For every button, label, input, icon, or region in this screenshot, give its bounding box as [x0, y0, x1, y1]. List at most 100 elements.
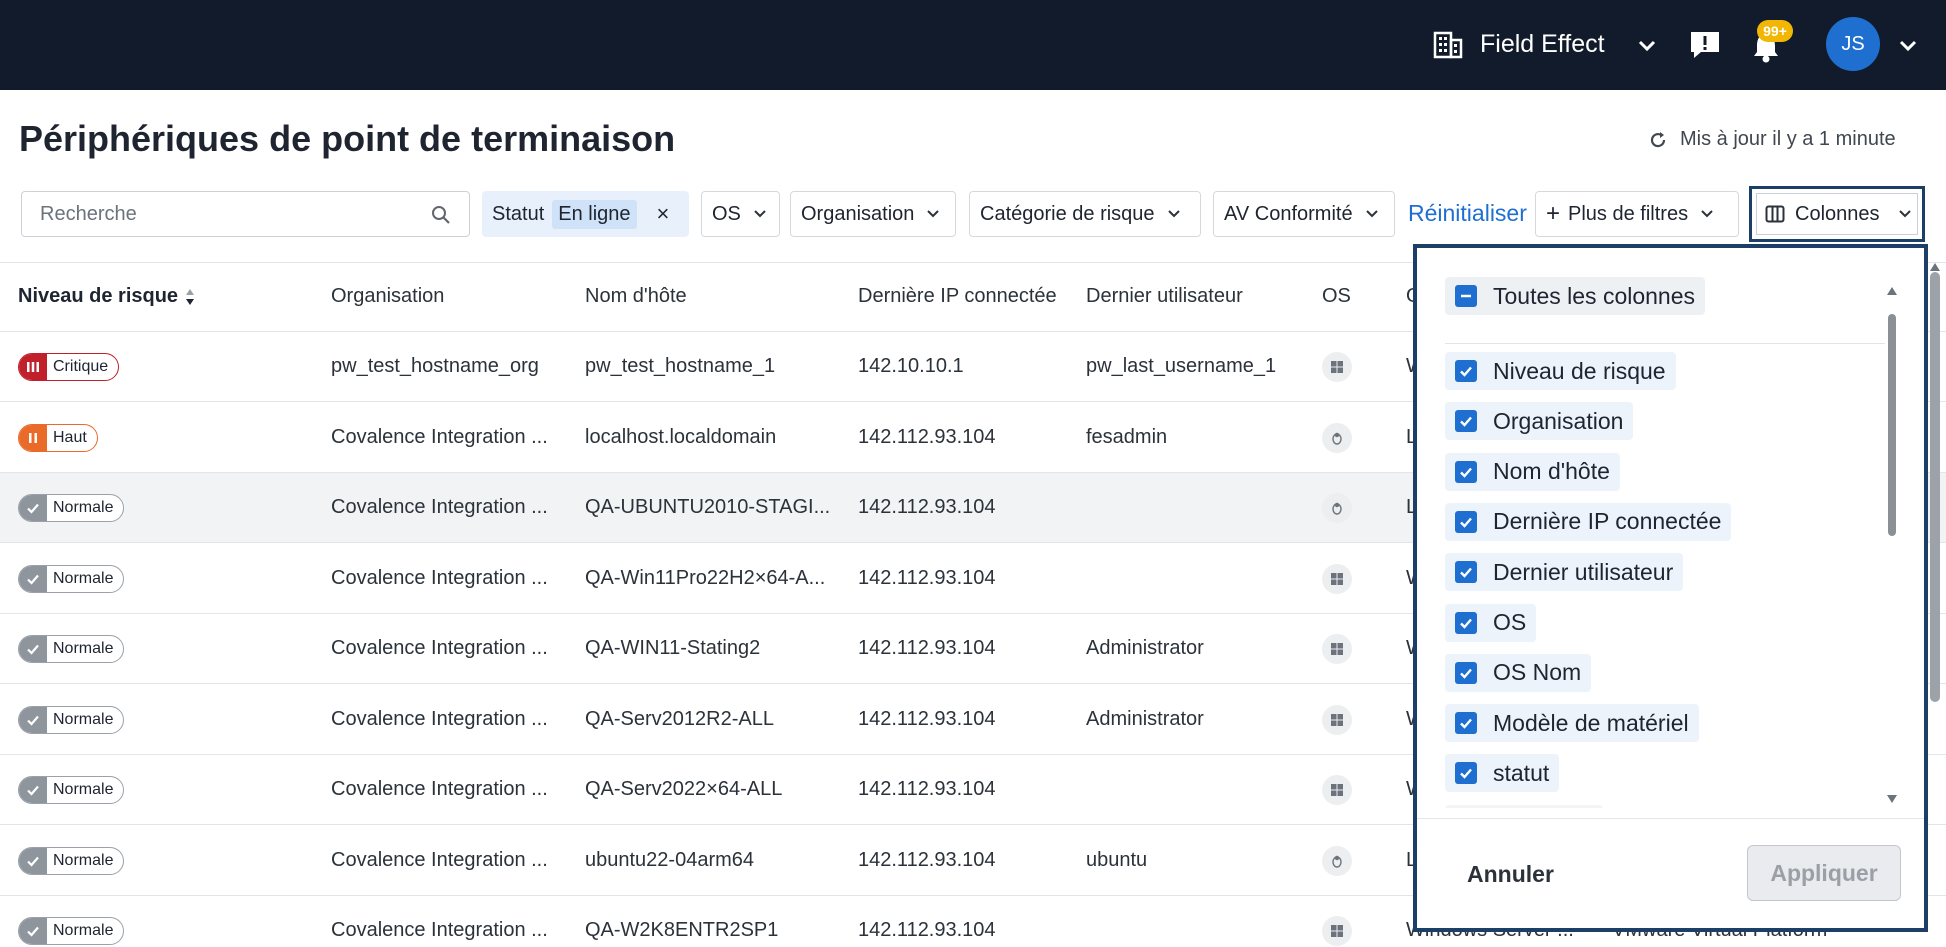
cell-hostname[interactable]: QA-Win11Pro22H2×64-A... — [585, 567, 825, 590]
checked-checkbox[interactable] — [1455, 611, 1477, 634]
column-option[interactable]: Niveau de risque — [1445, 352, 1676, 390]
column-option[interactable]: Organisation — [1445, 402, 1634, 441]
avatar[interactable]: JS — [1826, 17, 1880, 71]
column-header-os[interactable]: OS — [1322, 285, 1351, 308]
windows-icon — [1322, 916, 1352, 946]
cell-organisation: Covalence Integration ... — [331, 496, 548, 518]
cell-last-ip: 142.112.93.104 — [858, 566, 996, 589]
close-icon[interactable]: × — [657, 201, 670, 227]
column-option[interactable]: Dernier utilisateur — [1445, 553, 1684, 592]
filter-av-label: AV Conformité — [1224, 202, 1353, 225]
column-header-organisation[interactable]: Organisation — [331, 285, 444, 308]
column-option[interactable]: OS — [1445, 603, 1537, 642]
building-icon[interactable] — [1433, 31, 1463, 59]
risk-level-icon — [19, 847, 47, 874]
column-header-last-ip[interactable]: Dernière IP connectée — [858, 285, 1057, 308]
risk-label: Normale — [53, 922, 114, 939]
chevron-down-icon — [927, 210, 940, 218]
risk-badge: Critique — [18, 353, 120, 381]
search-box[interactable] — [21, 191, 470, 237]
org-name[interactable]: Field Effect — [1480, 30, 1605, 59]
cell-organisation: Covalence Integration ... — [331, 848, 548, 871]
more-filters-button[interactable]: + Plus de filtres — [1535, 191, 1739, 237]
columns-list: Toutes les colonnes Niveau de risque Orga… — [1445, 268, 1885, 808]
cell-hostname[interactable]: QA-Serv2022×64-ALL — [585, 778, 782, 801]
checked-checkbox[interactable] — [1455, 762, 1477, 785]
cell-hostname[interactable]: pw_test_hostname_1 — [585, 355, 775, 378]
sort-icon[interactable] — [184, 286, 196, 308]
column-option-label: Modèle de matériel — [1493, 709, 1689, 736]
columns-button-inner[interactable]: Colonnes — [1756, 193, 1918, 235]
filter-os[interactable]: OS — [701, 191, 780, 237]
search-icon[interactable] — [431, 205, 451, 225]
column-option[interactable]: Adress IP — [1445, 804, 1603, 808]
risk-badge: Normale — [18, 635, 125, 663]
apply-button[interactable]: Appliquer — [1747, 845, 1901, 901]
cell-hostname[interactable]: QA-WIN11-Stating2 — [585, 637, 760, 660]
chevron-down-icon — [754, 210, 766, 218]
scroll-up-icon[interactable] — [1886, 286, 1898, 296]
scroll-down-icon[interactable] — [1886, 794, 1898, 804]
columns-scrollbar[interactable] — [1886, 286, 1898, 806]
checked-checkbox[interactable] — [1455, 561, 1477, 584]
column-option[interactable]: OS Nom — [1445, 653, 1592, 692]
column-option-label: Nom d'hôte — [1493, 458, 1610, 485]
reset-filters-link[interactable]: Réinitialiser — [1408, 200, 1527, 227]
risk-badge: Normale — [18, 494, 125, 522]
chevron-down-icon[interactable] — [1637, 35, 1657, 55]
chevron-down-icon — [1898, 210, 1911, 218]
page-scrollbar-thumb[interactable] — [1930, 272, 1940, 702]
risk-level-icon — [19, 565, 47, 592]
page-title: Périphériques de point de terminaison — [19, 118, 676, 159]
risk-label: Normale — [53, 499, 114, 516]
scrollbar-thumb[interactable] — [1888, 314, 1896, 536]
alert-icon[interactable] — [1689, 30, 1721, 60]
cell-hostname[interactable]: QA-Serv2012R2-ALL — [585, 708, 774, 731]
checked-checkbox[interactable] — [1455, 510, 1477, 533]
checked-checkbox[interactable] — [1455, 712, 1477, 735]
risk-level-icon — [19, 354, 47, 380]
column-option[interactable]: Dernière IP connectée — [1445, 502, 1732, 541]
checked-checkbox[interactable] — [1455, 410, 1477, 433]
cell-hostname[interactable]: localhost.localdomain — [585, 426, 776, 449]
column-header-risk[interactable]: Niveau de risque — [18, 285, 196, 308]
indeterminate-checkbox[interactable] — [1455, 285, 1477, 307]
risk-label: Normale — [53, 851, 114, 869]
chevron-down-icon[interactable] — [1898, 35, 1918, 55]
columns-button[interactable]: Colonnes — [1749, 186, 1925, 242]
column-option-label: statut — [1493, 759, 1550, 786]
cell-last-ip: 142.112.93.104 — [858, 707, 996, 730]
cancel-button[interactable]: Annuler — [1467, 861, 1554, 888]
cell-last-user: Administrator — [1086, 637, 1204, 659]
refresh-status[interactable]: Mis à jour il y a 1 minute — [1648, 128, 1896, 151]
cell-hostname[interactable]: QA-W2K8ENTR2SP1 — [585, 919, 778, 942]
cell-last-ip: 142.112.93.104 — [858, 919, 996, 941]
column-option[interactable]: Modèle de matériel — [1445, 704, 1699, 743]
column-header-hostname[interactable]: Nom d'hôte — [585, 285, 687, 308]
column-option-label: OS Nom — [1493, 659, 1582, 686]
checked-checkbox[interactable] — [1455, 661, 1477, 684]
cell-hostname[interactable]: QA-UBUNTU2010-STAGI... — [585, 496, 830, 519]
chevron-down-icon — [1167, 210, 1180, 218]
filter-risk-category-label: Catégorie de risque — [980, 202, 1155, 225]
checked-checkbox[interactable] — [1455, 460, 1477, 483]
columns-icon — [1765, 205, 1785, 223]
cell-organisation: pw_test_hostname_org — [331, 355, 539, 377]
column-header-last-user[interactable]: Dernier utilisateur — [1086, 285, 1243, 308]
scroll-up-icon[interactable] — [1929, 262, 1941, 272]
divider — [1445, 343, 1885, 344]
search-input[interactable] — [40, 203, 420, 226]
cell-organisation: Covalence Integration ... — [331, 919, 548, 941]
toggle-all-columns[interactable]: Toutes les colonnes — [1445, 277, 1706, 315]
filter-av-compliance[interactable]: AV Conformité — [1213, 191, 1395, 237]
column-option[interactable]: Nom d'hôte — [1445, 452, 1620, 491]
checked-checkbox[interactable] — [1455, 360, 1477, 382]
top-bar: Field Effect 99+ JS — [0, 0, 1946, 90]
filter-risk-category[interactable]: Catégorie de risque — [969, 191, 1201, 237]
filter-chip-statut[interactable]: Statut En ligne × — [482, 191, 689, 237]
cell-hostname[interactable]: ubuntu22-04arm64 — [585, 849, 754, 872]
filter-organisation[interactable]: Organisation — [790, 191, 956, 237]
column-option[interactable]: statut — [1445, 754, 1560, 793]
risk-level-icon — [19, 495, 47, 521]
refresh-icon[interactable] — [1648, 130, 1668, 150]
